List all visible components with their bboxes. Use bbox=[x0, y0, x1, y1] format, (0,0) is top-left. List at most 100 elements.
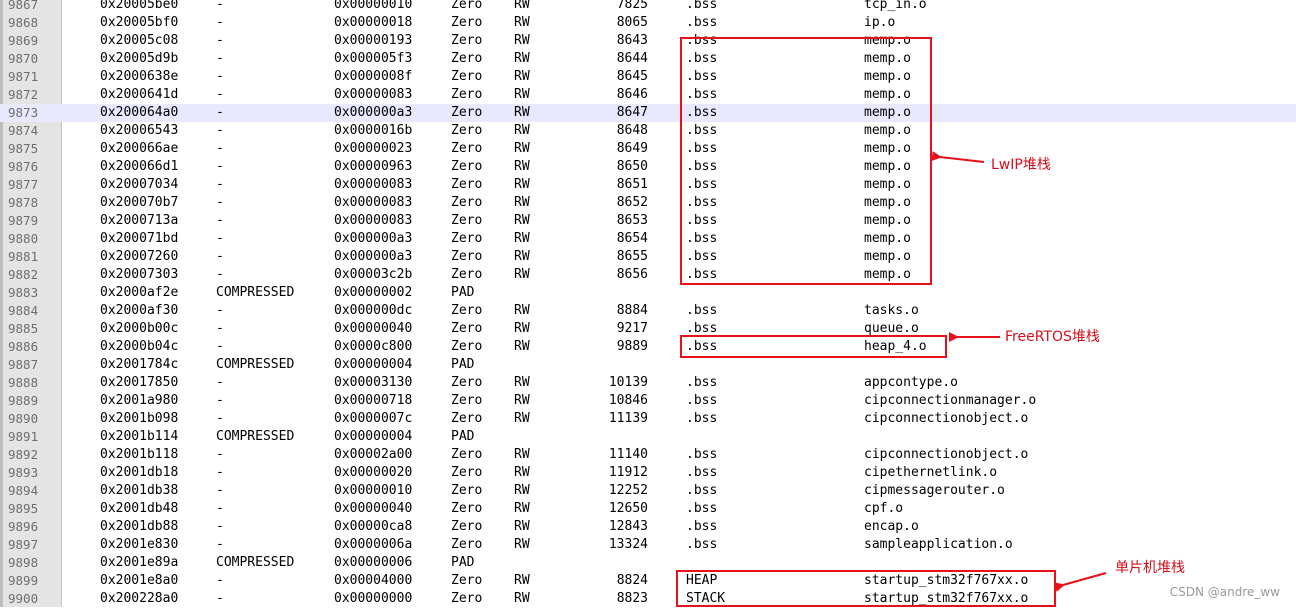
line-number: 9870 bbox=[8, 51, 39, 66]
section-name: .bss bbox=[686, 69, 718, 84]
index: 8644 bbox=[616, 51, 648, 66]
index: 8646 bbox=[616, 87, 648, 102]
line-number: 9881 bbox=[8, 249, 39, 264]
table-row[interactable]: 9892 0x2001b118 - 0x00002a00 Zero RW 11140 .bss… bbox=[0, 446, 1296, 464]
type: Zero bbox=[451, 177, 483, 192]
size: 0x000000dc bbox=[334, 303, 413, 318]
type: PAD bbox=[451, 357, 475, 372]
object-file: cipmessagerouter.o bbox=[864, 483, 1005, 498]
section-name: .bss bbox=[686, 87, 718, 102]
exec-address: 0x2000b04c bbox=[100, 339, 179, 354]
load-attr: - bbox=[216, 15, 224, 30]
access: RW bbox=[514, 483, 530, 498]
table-row[interactable]: 9886 0x2000b04c - 0x0000c800 Zero RW 9889 .bss h… bbox=[0, 338, 1296, 356]
table-row[interactable]: 9885 0x2000b00c - 0x00000040 Zero RW 9217 .bss q… bbox=[0, 320, 1296, 338]
table-row[interactable]: 9877 0x20007034 - 0x00000083 Zero RW 8651 .bss m… bbox=[0, 176, 1296, 194]
index: 9217 bbox=[616, 321, 648, 336]
size: 0x00000004 bbox=[334, 357, 413, 372]
table-row[interactable]: 9893 0x2001db18 - 0x00000020 Zero RW 11912 .bss… bbox=[0, 464, 1296, 482]
table-row[interactable]: 9896 0x2001db88 - 0x00000ca8 Zero RW 12843 .bss… bbox=[0, 518, 1296, 536]
object-file: memp.o bbox=[864, 177, 911, 192]
access: RW bbox=[514, 591, 530, 606]
index: 8824 bbox=[616, 573, 648, 588]
load-attr: - bbox=[216, 123, 224, 138]
table-row[interactable]: 9882 0x20007303 - 0x00003c2b Zero RW 8656 .bss m… bbox=[0, 266, 1296, 284]
table-row[interactable]: 9888 0x20017850 - 0x00003130 Zero RW 10139 .bss… bbox=[0, 374, 1296, 392]
exec-address: 0x2001db88 bbox=[100, 519, 179, 534]
load-attr: - bbox=[216, 483, 224, 498]
section-name: .bss bbox=[686, 501, 718, 516]
table-row[interactable]: 9900 0x200228a0 - 0x00000000 Zero RW 8823 STACK… bbox=[0, 590, 1296, 608]
access: RW bbox=[514, 231, 530, 246]
line-number: 9872 bbox=[8, 87, 39, 102]
exec-address: 0x2001e830 bbox=[100, 537, 179, 552]
table-row[interactable]: 9898 0x2001e89a COMPRESSED 0x00000006 PAD bbox=[0, 554, 1296, 572]
table-row[interactable]: 9884 0x2000af30 - 0x000000dc Zero RW 8884 .bss t… bbox=[0, 302, 1296, 320]
load-attr: - bbox=[216, 213, 224, 228]
table-row[interactable]: 9871 0x2000638e - 0x0000008f Zero RW 8645 .bss m… bbox=[0, 68, 1296, 86]
section-name: .bss bbox=[686, 159, 718, 174]
table-row[interactable]: 9895 0x2001db48 - 0x00000040 Zero RW 12650 .bss… bbox=[0, 500, 1296, 518]
type: Zero bbox=[451, 159, 483, 174]
size: 0x00002a00 bbox=[334, 447, 413, 462]
section-name: .bss bbox=[686, 303, 718, 318]
access: RW bbox=[514, 213, 530, 228]
table-row[interactable]: 9880 0x200071bd - 0x000000a3 Zero RW 8654 .bss m… bbox=[0, 230, 1296, 248]
table-row[interactable]: 9894 0x2001db38 - 0x00000010 Zero RW 12252 .bss… bbox=[0, 482, 1296, 500]
section-name: .bss bbox=[686, 519, 718, 534]
exec-address: 0x200228a0 bbox=[100, 591, 179, 606]
table-row[interactable]: 9867 0x20005be0 - 0x00000010 Zero RW 7825 .bss t… bbox=[0, 0, 1296, 14]
line-number: 9900 bbox=[8, 591, 39, 606]
table-row[interactable]: 9874 0x20006543 - 0x0000016b Zero RW 8648 .bss m… bbox=[0, 122, 1296, 140]
section-name: .bss bbox=[686, 249, 718, 264]
table-row[interactable]: 9879 0x2000713a - 0x00000083 Zero RW 8653 .bss m… bbox=[0, 212, 1296, 230]
exec-address: 0x2000b00c bbox=[100, 321, 179, 336]
load-attr: COMPRESSED bbox=[216, 357, 295, 372]
index: 8648 bbox=[616, 123, 648, 138]
table-row[interactable]: 9883 0x2000af2e COMPRESSED 0x00000002 PAD bbox=[0, 284, 1296, 302]
table-row[interactable]: 9889 0x2001a980 - 0x00000718 Zero RW 10846 .bss… bbox=[0, 392, 1296, 410]
size: 0x00003c2b bbox=[334, 267, 413, 282]
table-row[interactable]: 9876 0x200066d1 - 0x00000963 Zero RW 8650 .bss m… bbox=[0, 158, 1296, 176]
table-row[interactable]: 9887 0x2001784c COMPRESSED 0x00000004 PAD bbox=[0, 356, 1296, 374]
table-row[interactable]: 9872 0x2000641d - 0x00000083 Zero RW 8646 .bss m… bbox=[0, 86, 1296, 104]
exec-address: 0x2001e89a bbox=[100, 555, 179, 570]
access: RW bbox=[514, 159, 530, 174]
object-file: memp.o bbox=[864, 213, 911, 228]
section-name: .bss bbox=[686, 15, 718, 30]
access: RW bbox=[514, 33, 530, 48]
load-attr: - bbox=[216, 411, 224, 426]
table-row[interactable]: 9875 0x200066ae - 0x00000023 Zero RW 8649 .bss m… bbox=[0, 140, 1296, 158]
table-row[interactable]: 9868 0x20005bf0 - 0x00000018 Zero RW 8065 .bss i… bbox=[0, 14, 1296, 32]
size: 0x00000040 bbox=[334, 321, 413, 336]
size: 0x00000083 bbox=[334, 177, 413, 192]
table-row[interactable]: 9890 0x2001b098 - 0x0000007c Zero RW 11139 .bss… bbox=[0, 410, 1296, 428]
section-name: .bss bbox=[686, 465, 718, 480]
size: 0x000000a3 bbox=[334, 249, 413, 264]
section-name: .bss bbox=[686, 195, 718, 210]
table-row[interactable]: 9881 0x20007260 - 0x000000a3 Zero RW 8655 .bss m… bbox=[0, 248, 1296, 266]
map-file-editor[interactable]: 9867 0x20005be0 - 0x00000010 Zero RW 7825 .bss t… bbox=[0, 0, 1296, 607]
object-file: heap_4.o bbox=[864, 339, 927, 354]
type: Zero bbox=[451, 339, 483, 354]
table-row[interactable]: 9873 0x200064a0 - 0x000000a3 Zero RW 8647 .bss m… bbox=[0, 104, 1296, 122]
csdn-watermark: CSDN @andre_ww bbox=[1169, 585, 1280, 599]
table-row[interactable]: 9899 0x2001e8a0 - 0x00004000 Zero RW 8824 HEAP s… bbox=[0, 572, 1296, 590]
table-row[interactable]: 9870 0x20005d9b - 0x000005f3 Zero RW 8644 .bss m… bbox=[0, 50, 1296, 68]
line-number: 9897 bbox=[8, 537, 39, 552]
table-row[interactable]: 9897 0x2001e830 - 0x0000006a Zero RW 13324 .bss… bbox=[0, 536, 1296, 554]
size: 0x00000718 bbox=[334, 393, 413, 408]
exec-address: 0x20006543 bbox=[100, 123, 179, 138]
size: 0x00000963 bbox=[334, 159, 413, 174]
table-row[interactable]: 9878 0x200070b7 - 0x00000083 Zero RW 8652 .bss m… bbox=[0, 194, 1296, 212]
access: RW bbox=[514, 51, 530, 66]
line-number: 9883 bbox=[8, 285, 39, 300]
line-number: 9871 bbox=[8, 69, 39, 84]
line-number: 9896 bbox=[8, 519, 39, 534]
table-row[interactable]: 9891 0x2001b114 COMPRESSED 0x00000004 PAD bbox=[0, 428, 1296, 446]
load-attr: - bbox=[216, 33, 224, 48]
table-row[interactable]: 9869 0x20005c08 - 0x00000193 Zero RW 8643 .bss m… bbox=[0, 32, 1296, 50]
index: 8652 bbox=[616, 195, 648, 210]
section-name: .bss bbox=[686, 231, 718, 246]
section-name: HEAP bbox=[686, 573, 718, 588]
